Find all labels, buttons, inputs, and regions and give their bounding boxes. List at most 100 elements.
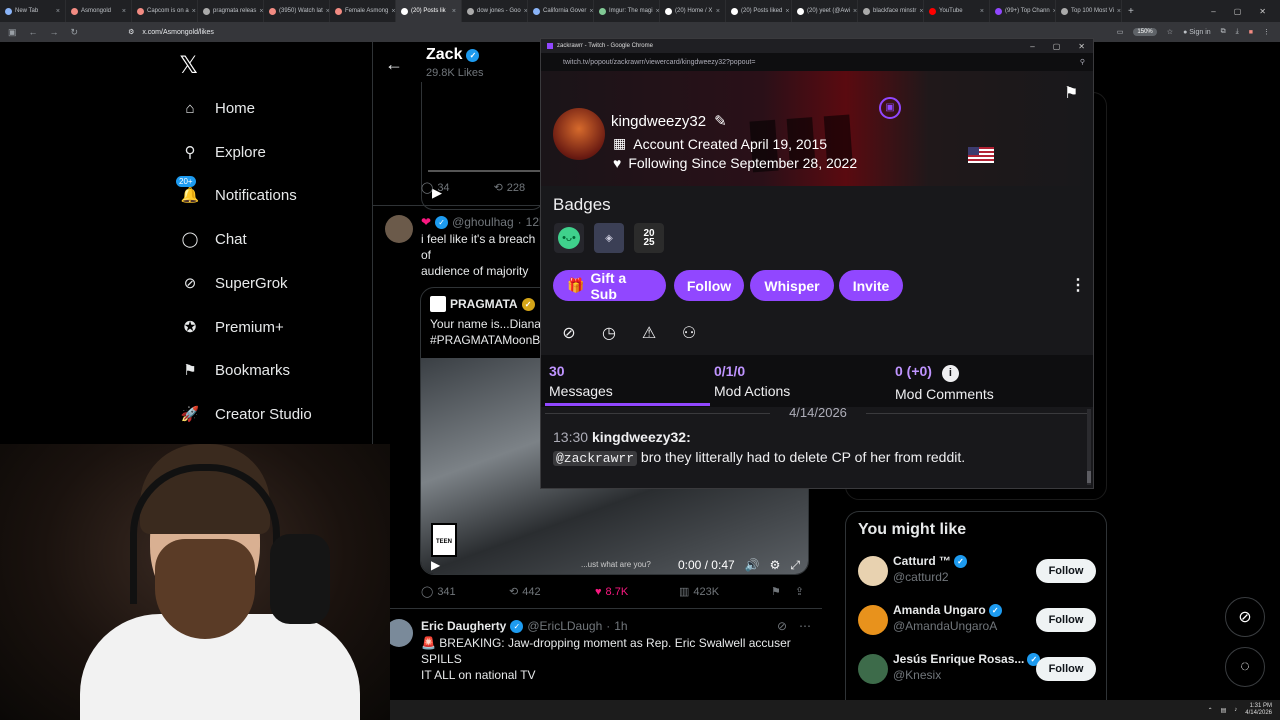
tab-close-icon[interactable]: × [259, 8, 263, 15]
tab-close-icon[interactable]: × [56, 8, 60, 15]
volume-icon[interactable]: ♪ [1234, 707, 1237, 713]
grok-fab-icon[interactable]: ⊘ [1225, 597, 1265, 637]
extension-red-icon[interactable]: ■ [1249, 29, 1253, 36]
messages-fab-icon[interactable]: ◌ [1225, 647, 1265, 687]
bookmark-icon[interactable]: ⚑ [771, 585, 781, 598]
username-text[interactable]: kingdweezy32 [611, 113, 706, 130]
sidebar-toggle-icon[interactable]: ▣ [8, 27, 17, 38]
new-tab-icon[interactable]: + [1122, 6, 1140, 17]
tab-close-icon[interactable]: × [589, 8, 593, 15]
reload-icon[interactable]: ↻ [71, 27, 79, 38]
tab-close-icon[interactable]: × [716, 8, 720, 15]
timeout-clock-icon[interactable]: ◷ [598, 322, 620, 344]
sidebar-item-bookmarks[interactable]: ⚑ Bookmarks [179, 355, 290, 385]
invite-button[interactable]: Invite [839, 270, 903, 301]
tab-mod-actions[interactable]: 0/1/0 Mod Actions [714, 363, 790, 399]
retweet-button[interactable]: ⟲ 228 [494, 181, 526, 195]
network-icon[interactable]: ▤ [1221, 707, 1227, 714]
tab-close-icon[interactable]: × [452, 8, 456, 15]
share-icon[interactable]: ⇪ [795, 585, 804, 598]
avatar[interactable] [858, 654, 888, 684]
fullscreen-icon[interactable]: ⤢ [790, 558, 800, 573]
maximize-icon[interactable]: ▢ [1053, 42, 1061, 51]
badge-item[interactable]: 20 25 [634, 223, 664, 253]
browser-tab[interactable]: California Gover × [528, 0, 594, 22]
suggested-account[interactable]: Jesús Enrique Rosas... ✓ @Knesix Follow [858, 650, 1098, 690]
tab-close-icon[interactable]: × [919, 8, 923, 15]
badge-item[interactable]: •ᴗ• [554, 223, 584, 253]
browser-tab[interactable]: Capcom is on a × [132, 0, 198, 22]
browser-tab[interactable]: blackface minstr × [858, 0, 924, 22]
volume-icon[interactable]: 🔊 [745, 558, 760, 572]
tab-mod-comments[interactable]: 0 (+0) i Mod Comments [895, 363, 994, 402]
browser-tab[interactable]: (3950) Watch lat × [264, 0, 330, 22]
avatar[interactable] [858, 556, 888, 586]
tweet-handle[interactable]: @EricLDaugh [527, 619, 602, 633]
warning-icon[interactable]: ⚠ [638, 322, 660, 344]
url-field[interactable]: ⚙ x.com/Asmongold/likes [128, 28, 214, 37]
browser-tab[interactable]: New Tab × [0, 0, 66, 22]
suggested-account[interactable]: Amanda Ungaro ✓ @AmandaUngaroA Follow [858, 601, 1098, 641]
tab-close-icon[interactable]: × [785, 8, 789, 15]
tray-up-icon[interactable]: ⌃ [1208, 707, 1213, 714]
cast-icon[interactable]: ▭ [1117, 28, 1124, 36]
tweet-handle[interactable]: @ghoulhag [452, 215, 514, 229]
ban-icon[interactable]: ⊘ [558, 322, 580, 344]
browser-tab[interactable]: (20) yeet (@Awi × [792, 0, 858, 22]
avatar[interactable] [385, 215, 413, 243]
video-progress-bar[interactable] [428, 170, 543, 172]
tweet-author[interactable]: Eric Daugherty [421, 619, 506, 633]
edit-pencil-icon[interactable]: ✎ [714, 112, 727, 130]
info-icon[interactable]: i [941, 365, 959, 382]
browser-tab[interactable]: Top 100 Most Vi × [1056, 0, 1122, 22]
extensions-icon[interactable]: ⧉ [1221, 28, 1226, 36]
chat-mention[interactable]: @zackrawrr [553, 451, 638, 466]
bookmark-star-icon[interactable]: ☆ [1167, 28, 1173, 36]
more-icon[interactable]: ⋯ [799, 619, 811, 633]
play-icon[interactable]: ▶ [431, 558, 440, 572]
user-avatar[interactable] [553, 108, 605, 160]
browser-tab[interactable]: (99+) Top Chann× [990, 0, 1056, 22]
sidebar-item-notifications[interactable]: 🔔 20+ Notifications [176, 176, 297, 210]
maximize-icon[interactable]: ▢ [1234, 7, 1242, 16]
download-icon[interactable]: ⤓ [1236, 28, 1239, 36]
gift-sub-button[interactable]: 🎁 Gift a Sub [553, 270, 666, 302]
zoom-level[interactable]: 150% [1133, 28, 1157, 36]
close-icon[interactable]: ✕ [1078, 42, 1085, 51]
like-button[interactable]: ♥ 8.7K [595, 585, 679, 598]
sidebar-item-chat[interactable]: ◯ Chat [179, 224, 247, 254]
tab-messages[interactable]: 30 Messages [549, 363, 613, 399]
follow-button[interactable]: Follow [1036, 657, 1096, 681]
suggested-account[interactable]: Catturd ™ ✓ @catturd2 Follow [858, 552, 1098, 592]
x-logo-icon[interactable]: 𝕏 [179, 48, 375, 82]
tab-close-icon[interactable]: × [980, 8, 984, 15]
sidebar-item-home[interactable]: ⌂ Home [179, 93, 255, 123]
search-icon[interactable]: ⚲ [1080, 58, 1093, 66]
browser-tab[interactable]: (20) Home / X × [660, 0, 726, 22]
reply-button[interactable]: ◯ 341 [421, 585, 509, 599]
settings-icon[interactable]: ⚙ [770, 558, 781, 572]
chat-username[interactable]: kingdweezy32: [592, 429, 691, 445]
browser-tab[interactable]: Asmongold × [66, 0, 132, 22]
browser-tab[interactable]: (20) Posts lik × [396, 0, 462, 22]
tab-close-icon[interactable]: × [122, 8, 126, 15]
sidebar-item-explore[interactable]: ⚲ Explore [179, 137, 266, 167]
url-text[interactable]: x.com/Asmongold/likes [142, 29, 214, 36]
browser-tab[interactable]: Imgur: The magi × [594, 0, 660, 22]
views-button[interactable]: ▥ 423K [679, 585, 771, 599]
close-icon[interactable]: ✕ [1259, 7, 1266, 16]
minimize-icon[interactable]: – [1030, 42, 1034, 51]
tab-close-icon[interactable]: × [192, 8, 196, 15]
site-info-icon[interactable]: ⚙ [128, 28, 134, 36]
taskbar-clock[interactable]: 1:31 PM 4/14/2026 [1245, 703, 1272, 717]
popout-url[interactable]: twitch.tv/popout/zackrawrr/viewercard/ki… [541, 53, 1093, 71]
profile-button[interactable]: ● Sign in [1183, 29, 1211, 36]
minimize-icon[interactable]: – [1211, 7, 1215, 16]
sidebar-item-premium[interactable]: ✪ Premium+ [179, 312, 284, 342]
browser-tab[interactable]: YouTube × [924, 0, 990, 22]
follow-button[interactable]: Follow [674, 270, 744, 301]
follow-button[interactable]: Follow [1036, 559, 1096, 583]
whisper-button[interactable]: Whisper [750, 270, 834, 301]
retweet-button[interactable]: ⟲ 442 [509, 585, 595, 599]
sidebar-item-creator-studio[interactable]: 🚀 Creator Studio [179, 399, 312, 429]
